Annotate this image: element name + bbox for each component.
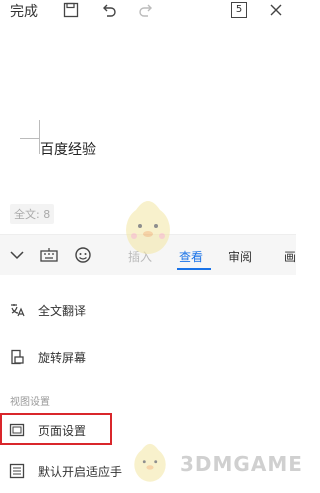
emoji-icon[interactable] — [73, 245, 93, 265]
watermark-text: 3DMGAME — [180, 452, 303, 476]
active-tab-indicator — [177, 268, 211, 270]
close-icon[interactable] — [266, 0, 286, 20]
mascot-watermark-icon — [126, 201, 170, 254]
tab-draw[interactable]: 画 — [284, 248, 296, 265]
page-indicator: 5 — [231, 2, 247, 18]
translate-icon — [8, 301, 26, 319]
menu-item-label: 默认开启适应手 — [38, 465, 123, 479]
word-count-badge: 全文: 8 — [10, 204, 55, 224]
pages-icon[interactable]: 5 — [229, 0, 249, 20]
highlight-box — [0, 413, 112, 445]
rotate-screen-icon — [8, 348, 26, 366]
keyboard-icon[interactable] — [39, 245, 59, 265]
menu-item-label: 全文翻译 — [38, 304, 87, 318]
mascot-watermark-small-icon — [134, 443, 166, 482]
top-bar: 完成 5 — [0, 0, 296, 20]
tab-review[interactable]: 审阅 — [228, 248, 252, 265]
menu-item-label: 旋转屏幕 — [38, 351, 87, 365]
done-button[interactable]: 完成 — [10, 1, 38, 21]
undo-icon[interactable] — [99, 0, 119, 20]
document-text[interactable]: 百度经验 — [40, 139, 96, 159]
section-title-view-settings: 视图设置 — [10, 397, 50, 408]
list-icon — [8, 462, 26, 480]
chevron-down-icon[interactable] — [7, 245, 27, 265]
save-icon[interactable] — [61, 0, 81, 20]
redo-icon[interactable] — [136, 0, 156, 20]
tab-view[interactable]: 查看 — [179, 248, 203, 265]
menu-item-rotate-screen[interactable]: 旋转屏幕 — [0, 337, 296, 377]
menu-item-translate[interactable]: 全文翻译 — [0, 290, 296, 330]
cursor-guide-horizontal — [20, 138, 40, 139]
